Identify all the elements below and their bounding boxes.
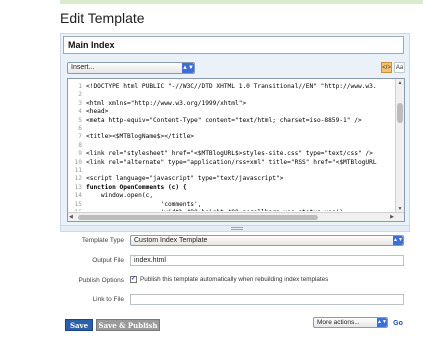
line-number: 10	[74, 158, 82, 166]
line-number: 2	[78, 91, 82, 99]
code-view-icon[interactable]: </>	[381, 62, 392, 73]
line-number: 3	[78, 99, 82, 107]
code-line-text: <head>	[86, 108, 109, 116]
scroll-up-icon[interactable]: ▲	[396, 79, 404, 87]
template-type-label: Template Type	[81, 237, 124, 244]
go-button[interactable]: Go	[391, 318, 405, 329]
output-file-input[interactable]: index.html	[130, 255, 404, 266]
code-editor[interactable]: 1 <!DOCTYPE html PUBLIC "-//W3C//DTD XHTM…	[67, 78, 405, 222]
save-publish-button[interactable]: Save & Publish	[96, 319, 160, 331]
code-line: 4 <head>	[68, 108, 394, 116]
code-line: 8	[68, 142, 394, 150]
chevron-down-icon: ▲▼	[377, 318, 387, 327]
line-number: 1	[78, 83, 82, 90]
page-title: Edit Template	[60, 10, 145, 26]
line-number: 7	[78, 133, 82, 141]
template-type-select[interactable]: Custom Index Template ▲▼	[130, 235, 404, 246]
grip-icon	[231, 227, 243, 230]
horizontal-scroll-thumb[interactable]	[78, 215, 318, 220]
more-actions-select[interactable]: More actions... ▲▼	[313, 317, 388, 328]
code-line-text: <meta http-equiv="Content-Type" content=…	[86, 116, 362, 124]
code-line: 1 <!DOCTYPE html PUBLIC "-//W3C//DTD XHTM…	[68, 83, 394, 91]
code-line: 12 <script language="javascript" type="te…	[68, 175, 394, 183]
scroll-left-icon[interactable]: ◀	[69, 213, 73, 221]
publish-auto-checkbox[interactable]: ✓	[130, 276, 137, 283]
save-button[interactable]: Save	[65, 319, 93, 331]
scroll-thumb[interactable]	[397, 103, 403, 123]
code-line: 15 'comments',	[68, 201, 394, 209]
scroll-right-icon[interactable]: ▶	[390, 213, 394, 221]
insert-select[interactable]: Insert... ▲▼	[67, 62, 195, 74]
code-line: 14 window.open(c,	[68, 192, 394, 200]
line-number: 6	[78, 125, 82, 133]
code-line-text: window.open(c,	[86, 192, 154, 200]
more-actions-label: More actions...	[317, 319, 360, 326]
line-number: 11	[74, 167, 82, 175]
code-line: 6	[68, 125, 394, 133]
code-line: 11	[68, 167, 394, 175]
template-name-field[interactable]: Main Index	[63, 36, 404, 54]
code-line: 2	[68, 91, 394, 99]
line-number: 4	[78, 108, 82, 116]
chevron-down-icon: ▲▼	[393, 236, 403, 245]
vertical-scrollbar[interactable]: ▲ ▼	[395, 79, 404, 213]
top-strip	[60, 0, 423, 4]
template-editor-panel: Main Index Insert... ▲▼ </> Aa 1 <!DOCTYP…	[60, 33, 410, 226]
horizontal-scrollbar[interactable]: ◀ ▶	[68, 212, 404, 221]
code-line: 3 <html xmlns="http://www.w3.org/1999/xht…	[68, 100, 394, 108]
link-to-file-label: Link to File	[92, 296, 124, 303]
editor-resize-handle[interactable]	[60, 226, 410, 232]
publish-options-label: Publish Options	[78, 277, 124, 284]
code-line: 5 <meta http-equiv="Content-Type" content…	[68, 117, 394, 125]
code-line-text: <!DOCTYPE html PUBLIC "-//W3C//DTD XHTML…	[86, 83, 377, 90]
wysiwyg-view-icon[interactable]: Aa	[394, 62, 405, 73]
link-to-file-input[interactable]	[130, 294, 404, 305]
template-type-value: Custom Index Template	[134, 237, 208, 244]
code-text-area[interactable]: 1 <!DOCTYPE html PUBLIC "-//W3C//DTD XHTM…	[68, 83, 394, 211]
code-line: 7 <title><$MTBlogName$></title>	[68, 133, 394, 141]
publish-auto-label: Publish this template automatically when…	[140, 276, 329, 283]
code-line-text: <html xmlns="http://www.w3.org/1999/xhtm…	[86, 99, 247, 107]
code-line: 16 'width=480,height=480,scrollbars=yes,…	[68, 209, 394, 211]
line-number: 13	[74, 183, 82, 191]
output-file-label: Output File	[92, 257, 124, 264]
code-line-text: <link rel="stylesheet" href="<$MTBlogURL…	[86, 150, 373, 158]
code-line: 13 function OpenComments (c) {	[68, 184, 394, 192]
line-number: 16	[68, 209, 82, 211]
line-number: 9	[78, 150, 82, 158]
line-number: 14	[74, 192, 82, 200]
code-line-text: <link rel="alternate" type="application/…	[86, 158, 377, 166]
code-line-text: 'width=480,height=480,scrollbars=yes,sta…	[86, 209, 347, 211]
editor-view-toggle: </> Aa	[381, 62, 405, 73]
line-number: 8	[78, 141, 82, 149]
code-line-text: <title><$MTBlogName$></title>	[86, 133, 195, 141]
code-line: 10 <link rel="alternate" type="applicatio…	[68, 159, 394, 167]
code-line-text: function OpenComments (c) {	[86, 183, 187, 191]
line-number: 5	[78, 116, 82, 124]
line-number: 15	[74, 200, 82, 208]
code-line: 9 <link rel="stylesheet" href="<$MTBlogUR…	[68, 150, 394, 158]
chevron-down-icon: ▲▼	[182, 63, 194, 73]
insert-select-label: Insert...	[71, 64, 95, 71]
code-line-text: <script language="javascript" type="text…	[86, 175, 284, 183]
code-line-text: 'comments',	[86, 200, 202, 208]
line-number: 12	[74, 175, 82, 183]
